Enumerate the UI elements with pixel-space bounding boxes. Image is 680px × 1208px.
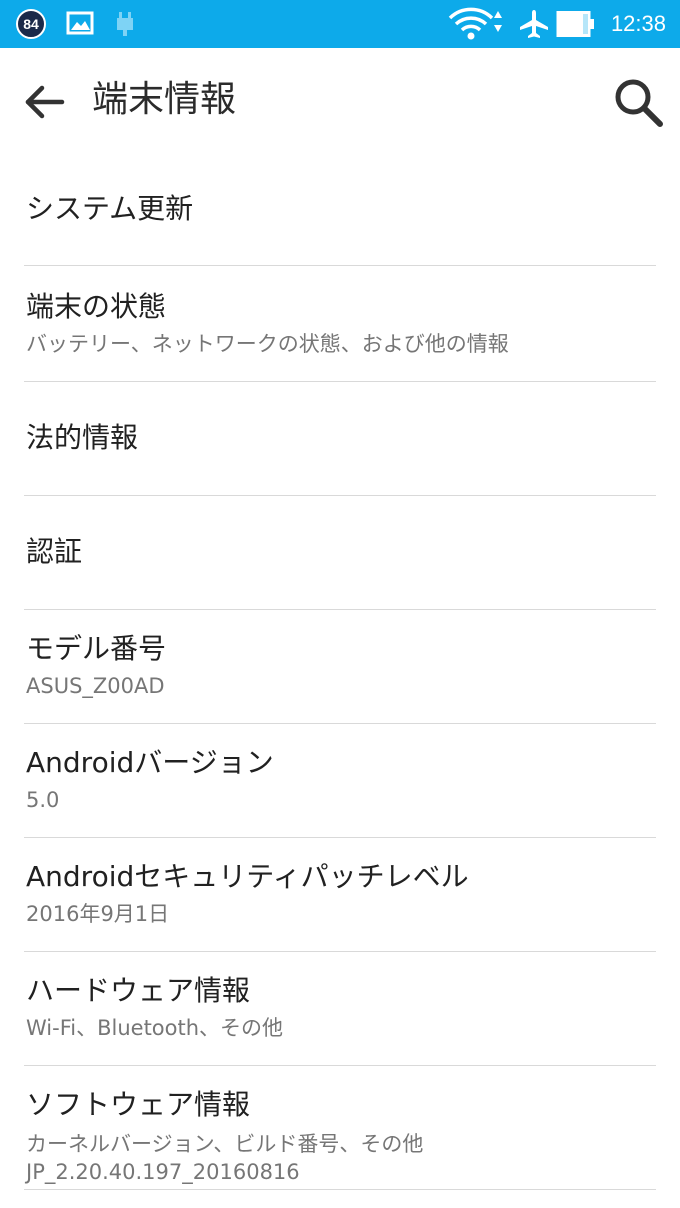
item-summary-build: JP_2.20.40.197_20160816 (26, 1160, 300, 1184)
status-time: 12:38 (610, 11, 666, 36)
back-arrow-icon[interactable] (18, 76, 70, 128)
item-title: システム更新 (26, 192, 194, 225)
wifi-icon (448, 7, 502, 40)
battery-icon (556, 11, 594, 37)
list-item-certification[interactable]: 認証 (0, 496, 680, 610)
item-title: ソフトウェア情報 (26, 1088, 251, 1121)
list-item-software-info[interactable]: ソフトウェア情報 カーネルバージョン、ビルド番号、その他 JP_2.20.40.… (0, 1066, 680, 1190)
gallery-icon (66, 11, 94, 35)
list-item-android-version[interactable]: Androidバージョン 5.0 (0, 724, 680, 838)
list-item-model-number[interactable]: モデル番号 ASUS_Z00AD (0, 610, 680, 724)
list-item-device-status[interactable]: 端末の状態 バッテリー、ネットワークの状態、および他の情報 (0, 268, 680, 382)
item-title: ハードウェア情報 (26, 974, 251, 1007)
item-summary: Wi-Fi、Bluetooth、その他 (26, 1016, 284, 1040)
item-title: 端末の状態 (26, 290, 167, 323)
item-summary: 5.0 (26, 788, 60, 812)
list-item-security-patch[interactable]: Androidセキュリティパッチレベル 2016年9月1日 (0, 838, 680, 952)
item-summary: ASUS_Z00AD (26, 674, 165, 698)
list-item-system-update[interactable]: システム更新 (0, 152, 680, 266)
item-summary: カーネルバージョン、ビルド番号、その他 (26, 1132, 424, 1156)
airplane-icon (520, 10, 548, 38)
item-summary: 2016年9月1日 (26, 902, 170, 926)
notification-badge: 84 (16, 9, 46, 39)
status-bar: 84 12:38 (0, 0, 680, 48)
item-title: 法的情報 (26, 421, 139, 454)
item-title: Androidセキュリティパッチレベル (26, 860, 469, 893)
list-item-legal-info[interactable]: 法的情報 (0, 382, 680, 496)
list-item-hardware-info[interactable]: ハードウェア情報 Wi-Fi、Bluetooth、その他 (0, 952, 680, 1066)
app-bar: 端末情報 (0, 48, 680, 152)
item-title: 認証 (26, 535, 83, 568)
divider (24, 1189, 656, 1190)
page-title: 端末情報 (92, 79, 237, 120)
item-title: モデル番号 (26, 632, 167, 665)
divider (24, 265, 656, 266)
item-summary: バッテリー、ネットワークの状態、および他の情報 (26, 332, 509, 356)
usb-debug-icon (117, 12, 133, 36)
item-title: Androidバージョン (26, 746, 274, 779)
search-icon[interactable] (610, 74, 666, 130)
